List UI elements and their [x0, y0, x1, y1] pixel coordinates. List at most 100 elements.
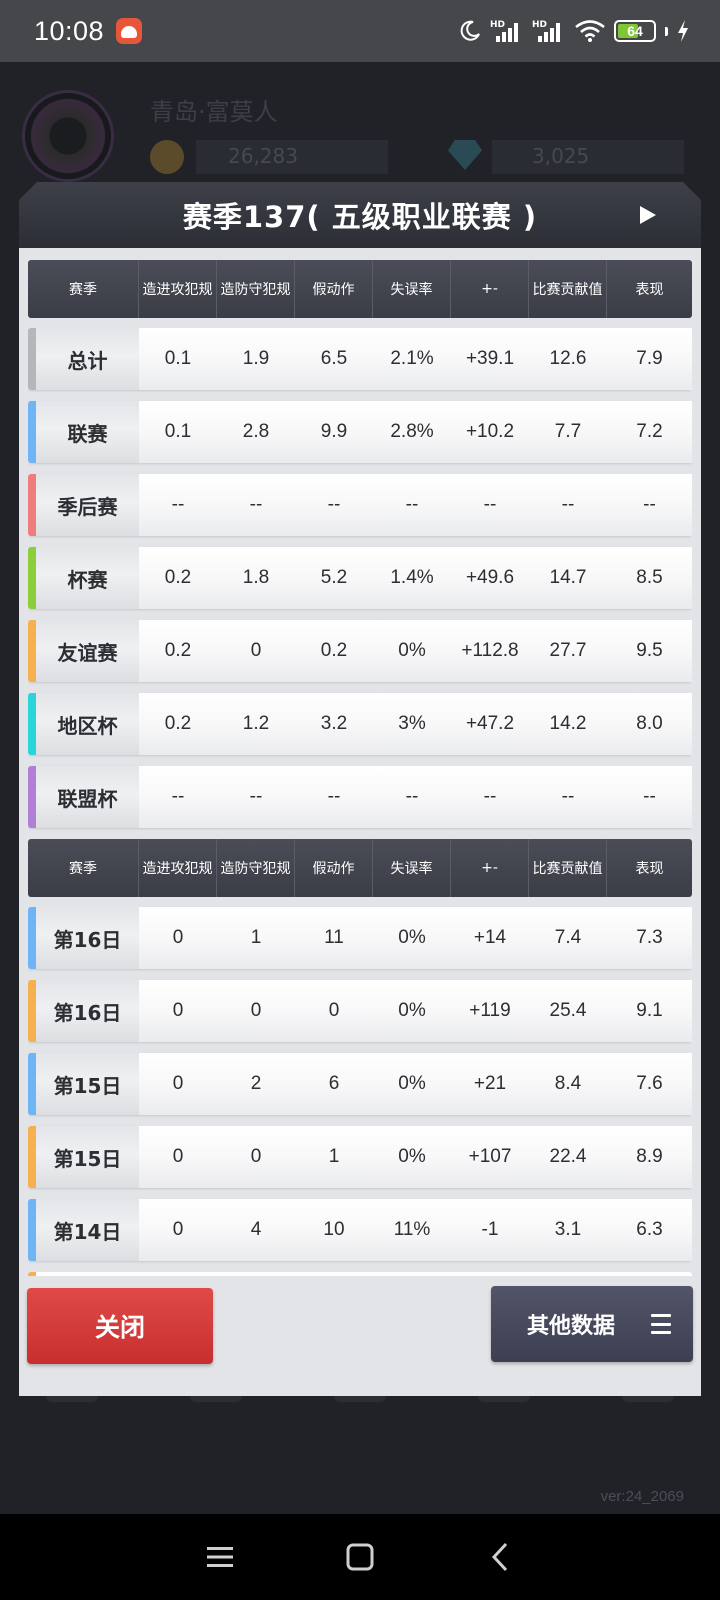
- table-cell: +107: [468, 1146, 512, 1167]
- table-cell: 7.7: [554, 421, 582, 442]
- table-cell: 8.9: [636, 1146, 663, 1167]
- table-row[interactable]: 总计 0.1 1.9 6.5 2.1% +39.1 12.6 7.9: [28, 328, 692, 390]
- row-cells: -- -- -- -- -- -- --: [139, 474, 692, 536]
- table-cell: +47.2: [465, 713, 515, 734]
- table-row[interactable]: 第16日 0 1 11 0% +14 7.4 7.3: [28, 907, 692, 969]
- table-cell: 25.4: [549, 1000, 587, 1021]
- table-cell: 6.3: [636, 1219, 663, 1240]
- table-cell: 4: [250, 1219, 262, 1240]
- column-header: 比赛贡献值: [529, 260, 607, 318]
- table-cell: 9.9: [320, 421, 348, 442]
- table-cell: +119: [469, 1000, 511, 1021]
- table-row[interactable]: 地区杯 0.2 1.2 3.2 3% +47.2 14.2 8.0: [28, 693, 692, 755]
- table-cell: 1: [328, 1146, 340, 1167]
- table-header-row: 赛季 造进攻犯规 造防守犯规 假动作 失误率 +- 比赛贡献值 表现: [28, 260, 692, 318]
- table-row[interactable]: 第15日 0 2 6 0% +21 8.4 7.6: [28, 1053, 692, 1115]
- table-row[interactable]: 联盟杯 -- -- -- -- -- -- --: [28, 766, 692, 828]
- menu-nav-button[interactable]: [195, 1532, 245, 1582]
- close-button[interactable]: 关闭: [27, 1288, 213, 1364]
- row-cells: 0 4 10 11% -1 3.1 6.3: [139, 1199, 692, 1261]
- column-header: 赛季: [28, 260, 139, 318]
- home-nav-button[interactable]: [335, 1532, 385, 1582]
- row-cells: 0 1 11 0% +14 7.4 7.3: [139, 907, 692, 969]
- table-cell: --: [249, 786, 263, 807]
- table-row-partial[interactable]: [28, 1272, 692, 1276]
- table-cell: 7.3: [636, 927, 663, 948]
- table-cell: 0: [250, 1146, 262, 1167]
- row-accent-bar: [28, 328, 36, 390]
- battery-cap: [665, 26, 668, 36]
- table-cell: 0%: [398, 640, 426, 661]
- table-row[interactable]: 季后赛 -- -- -- -- -- -- --: [28, 474, 692, 536]
- table-cell: 5.2: [320, 567, 348, 588]
- row-cells: 0.2 0 0.2 0% +112.8 27.7 9.5: [139, 620, 692, 682]
- row-cells: 0.2 1.8 5.2 1.4% +49.6 14.7 8.5: [139, 547, 692, 609]
- column-header: 造防守犯规: [217, 839, 295, 897]
- back-nav-button[interactable]: [475, 1532, 525, 1582]
- signal-hd-icon: HD: [490, 20, 518, 42]
- table-row[interactable]: 友谊赛 0.2 0 0.2 0% +112.8 27.7 9.5: [28, 620, 692, 682]
- row-accent-bar: [28, 907, 36, 969]
- column-header: 表现: [635, 861, 664, 877]
- system-nav-bar: [0, 1514, 720, 1600]
- table-cell: +49.6: [465, 567, 515, 588]
- status-time: 10:08: [34, 15, 105, 46]
- table-cell: --: [171, 494, 185, 515]
- table-cell: 0.2: [164, 713, 192, 734]
- row-cells: 0 0 0 0% +119 25.4 9.1: [139, 980, 692, 1042]
- row-cells: 0 0 1 0% +107 22.4 8.9: [139, 1126, 692, 1188]
- back-icon: [491, 1542, 508, 1572]
- column-header: 造进攻犯规: [139, 839, 217, 897]
- row-cells: 0.1 1.9 6.5 2.1% +39.1 12.6 7.9: [139, 328, 692, 390]
- table-cell: 7.6: [636, 1073, 663, 1094]
- table-cell: 12.6: [549, 348, 587, 369]
- table-row[interactable]: 第16日 0 0 0 0% +119 25.4 9.1: [28, 980, 692, 1042]
- table-cell: --: [561, 786, 575, 807]
- table-cell: 8.0: [636, 713, 663, 734]
- modal-header: 赛季137( 五级职业联赛 ): [19, 182, 701, 248]
- table-row[interactable]: 联赛 0.1 2.8 9.9 2.8% +10.2 7.7 7.2: [28, 401, 692, 463]
- table-cell: 9.1: [636, 1000, 663, 1021]
- modal-title: 赛季137( 五级职业联赛 ): [182, 200, 538, 234]
- table-cell: 14.7: [549, 567, 587, 588]
- coin-balance: 26,283: [196, 140, 388, 174]
- row-accent-bar: [28, 1272, 36, 1276]
- column-header: 赛季: [28, 839, 139, 897]
- table-row[interactable]: 杯赛 0.2 1.8 5.2 1.4% +49.6 14.7 8.5: [28, 547, 692, 609]
- table-cell: 9.5: [636, 640, 663, 661]
- menu-icon: [651, 1314, 671, 1334]
- column-header: 表现: [635, 282, 664, 298]
- row-accent-bar: [28, 620, 36, 682]
- row-accent-bar: [28, 547, 36, 609]
- table-cell: --: [483, 494, 497, 515]
- column-header: 比赛贡献值: [529, 839, 607, 897]
- home-icon: [346, 1543, 374, 1571]
- table-cell: 3.2: [320, 713, 348, 734]
- table-cell: 0: [172, 1000, 184, 1021]
- battery-icon: 64: [614, 20, 656, 42]
- column-header: 失误率: [373, 839, 451, 897]
- stats-table[interactable]: 赛季 造进攻犯规 造防守犯规 假动作 失误率 +- 比赛贡献值 表现 总计 0.1 1.9 6.5 2.…: [28, 260, 692, 1276]
- table-row[interactable]: 第14日 0 4 10 11% -1 3.1 6.3: [28, 1199, 692, 1261]
- table-row[interactable]: 第15日 0 0 1 0% +107 22.4 8.9: [28, 1126, 692, 1188]
- row-cells: 0 2 6 0% +21 8.4 7.6: [139, 1053, 692, 1115]
- battery-level: 64: [627, 23, 643, 39]
- column-header: 假动作: [295, 260, 373, 318]
- table-cell: --: [561, 494, 575, 515]
- table-cell: 2.8%: [390, 421, 434, 442]
- table-cell: 10: [323, 1219, 345, 1240]
- app-notification-icon: [116, 18, 143, 44]
- row-accent-bar: [28, 766, 36, 828]
- table-cell: --: [327, 786, 341, 807]
- table-cell: 0: [172, 1219, 184, 1240]
- row-label: 第15日: [28, 1126, 139, 1188]
- column-header: 假动作: [295, 839, 373, 897]
- column-header: 造防守犯规: [217, 260, 295, 318]
- table-cell: +21: [473, 1073, 507, 1094]
- row-label: 第16日: [28, 907, 139, 969]
- play-icon[interactable]: [637, 203, 659, 227]
- other-data-label: 其他数据: [527, 1314, 616, 1339]
- table-cell: --: [171, 786, 185, 807]
- other-data-button[interactable]: 其他数据: [491, 1286, 693, 1362]
- status-icons: HD HD 64: [458, 18, 690, 44]
